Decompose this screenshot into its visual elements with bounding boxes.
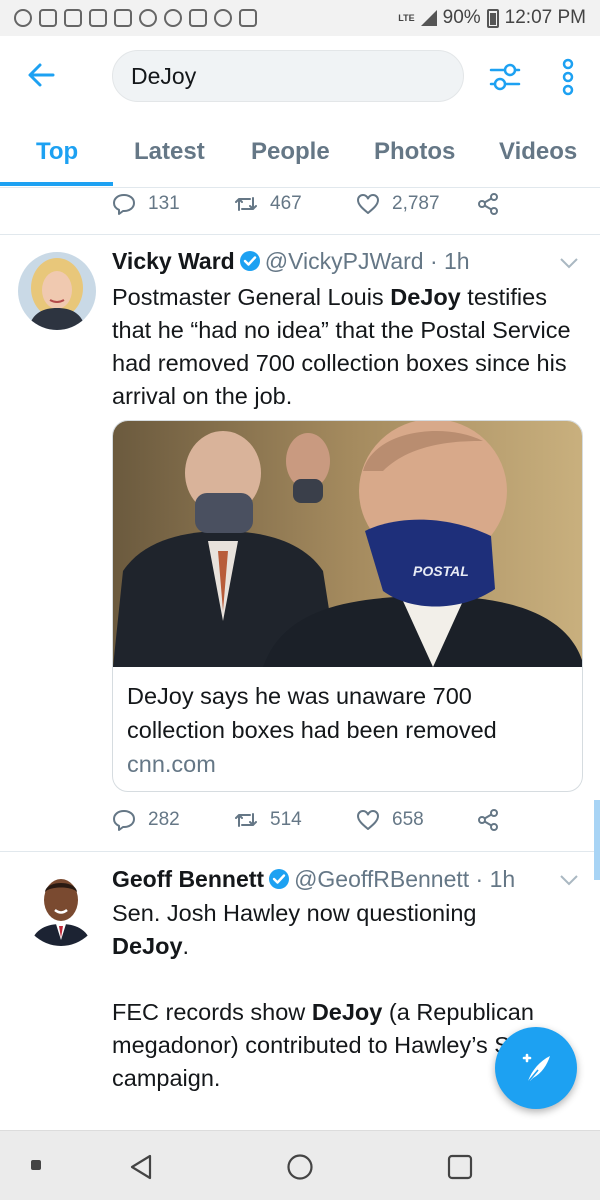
verified-badge-icon bbox=[269, 869, 290, 889]
like-button[interactable]: 2,787 bbox=[356, 192, 440, 216]
notification-icon bbox=[214, 9, 232, 27]
tab-photos[interactable]: Photos bbox=[374, 138, 455, 166]
heart-icon bbox=[357, 194, 379, 214]
notification-icons bbox=[14, 9, 257, 27]
battery-percent: 90% bbox=[442, 7, 481, 28]
display-name[interactable]: Vicky Ward bbox=[112, 248, 235, 274]
retweet-button[interactable]: 467 bbox=[234, 192, 302, 216]
retweet-count: 467 bbox=[270, 193, 302, 214]
search-header: DeJoy bbox=[0, 36, 600, 116]
reply-count: 282 bbox=[148, 809, 180, 830]
status-bar: LTE 90% 12:07 PM bbox=[0, 0, 600, 36]
notification-icon bbox=[89, 9, 107, 27]
recent-apps-dot-icon[interactable] bbox=[30, 1159, 42, 1171]
like-count: 2,787 bbox=[392, 193, 440, 214]
share-icon bbox=[478, 809, 498, 831]
notification-icon bbox=[64, 9, 82, 27]
tweet-actions: 282 514 658 bbox=[112, 802, 532, 842]
clock: 12:07 PM bbox=[504, 7, 586, 28]
active-tab-indicator bbox=[0, 182, 113, 186]
tab-latest[interactable]: Latest bbox=[134, 138, 205, 166]
compose-feather-icon bbox=[522, 1053, 550, 1083]
network-label: LTE bbox=[398, 12, 415, 23]
spotify-icon bbox=[139, 9, 157, 27]
article-image: POSTAL bbox=[113, 421, 582, 667]
reply-button[interactable]: 282 bbox=[112, 808, 180, 832]
like-count: 658 bbox=[392, 809, 424, 830]
home-nav-icon[interactable] bbox=[286, 1153, 314, 1181]
reply-icon bbox=[113, 194, 135, 215]
reply-button[interactable]: 131 bbox=[112, 192, 180, 216]
battery-icon bbox=[486, 8, 499, 28]
notification-icon bbox=[39, 9, 57, 27]
tab-top[interactable]: Top bbox=[36, 138, 78, 166]
avatar[interactable] bbox=[22, 868, 100, 946]
tweet-text-part: FEC records show bbox=[112, 999, 312, 1025]
tab-videos[interactable]: Videos bbox=[499, 138, 577, 166]
back-arrow-icon[interactable] bbox=[26, 60, 56, 90]
mail-icon bbox=[114, 9, 132, 27]
share-icon bbox=[478, 193, 498, 215]
share-button[interactable] bbox=[476, 192, 500, 216]
retweet-icon bbox=[235, 197, 257, 211]
chevron-down-icon[interactable] bbox=[558, 873, 580, 887]
heart-icon bbox=[357, 810, 379, 830]
divider bbox=[0, 851, 600, 852]
overview-nav-icon[interactable] bbox=[446, 1153, 474, 1181]
tab-people[interactable]: People bbox=[251, 138, 330, 166]
notification-icon bbox=[14, 9, 32, 27]
calendar-icon bbox=[239, 9, 257, 27]
search-input[interactable]: DeJoy bbox=[112, 50, 464, 102]
reply-count: 131 bbox=[148, 193, 180, 214]
twitter-icon bbox=[189, 9, 207, 27]
scrollbar-thumb[interactable] bbox=[594, 800, 600, 880]
signal-icon bbox=[420, 10, 437, 26]
search-term-highlight: DeJoy bbox=[112, 933, 183, 959]
filter-settings-icon[interactable] bbox=[488, 60, 522, 94]
tweet-text: Postmaster General Louis DeJoy testifies… bbox=[112, 281, 582, 413]
system-nav-bar bbox=[0, 1130, 600, 1200]
tweet-actions: 131 467 2,787 bbox=[112, 186, 532, 226]
article-domain: cnn.com bbox=[127, 751, 216, 777]
tweet-line: DeJoy. bbox=[112, 930, 582, 963]
verified-badge-icon bbox=[239, 251, 260, 271]
more-options-icon[interactable] bbox=[560, 58, 576, 96]
mask-text: POSTAL bbox=[413, 563, 469, 579]
display-name[interactable]: Geoff Bennett bbox=[112, 866, 264, 892]
compose-tweet-button[interactable] bbox=[495, 1027, 577, 1109]
handle-and-time: @GeoffRBennett · 1h bbox=[294, 866, 516, 892]
tweet-text-part: Postmaster General Louis bbox=[112, 284, 391, 310]
spotify-icon bbox=[164, 9, 182, 27]
handle-and-time: @VickyPJWard · 1h bbox=[264, 248, 470, 274]
search-term-highlight: DeJoy bbox=[311, 999, 383, 1025]
chevron-down-icon[interactable] bbox=[558, 256, 580, 270]
retweet-button[interactable]: 514 bbox=[234, 808, 302, 832]
search-tabs: Top Latest People Photos Videos bbox=[0, 116, 600, 188]
tweet-header: Geoff Bennett @GeoffRBennett · 1h bbox=[112, 866, 515, 893]
share-button[interactable] bbox=[476, 808, 500, 832]
link-preview-card[interactable]: POSTAL DeJoy says he was unaware 700 col… bbox=[112, 420, 583, 792]
back-nav-icon[interactable] bbox=[128, 1153, 154, 1181]
retweet-icon bbox=[235, 813, 257, 827]
reply-icon bbox=[113, 810, 135, 831]
divider bbox=[0, 234, 600, 235]
tweet-header: Vicky Ward @VickyPJWard · 1h bbox=[112, 248, 470, 275]
tweet-text-part: . bbox=[182, 933, 190, 959]
retweet-count: 514 bbox=[270, 809, 302, 830]
avatar[interactable] bbox=[18, 252, 96, 330]
article-title: DeJoy says he was unaware 700 collection… bbox=[127, 683, 497, 743]
search-term-highlight: DeJoy bbox=[390, 284, 461, 310]
tweet-line: Sen. Josh Hawley now questioning bbox=[112, 900, 477, 926]
like-button[interactable]: 658 bbox=[356, 808, 424, 832]
